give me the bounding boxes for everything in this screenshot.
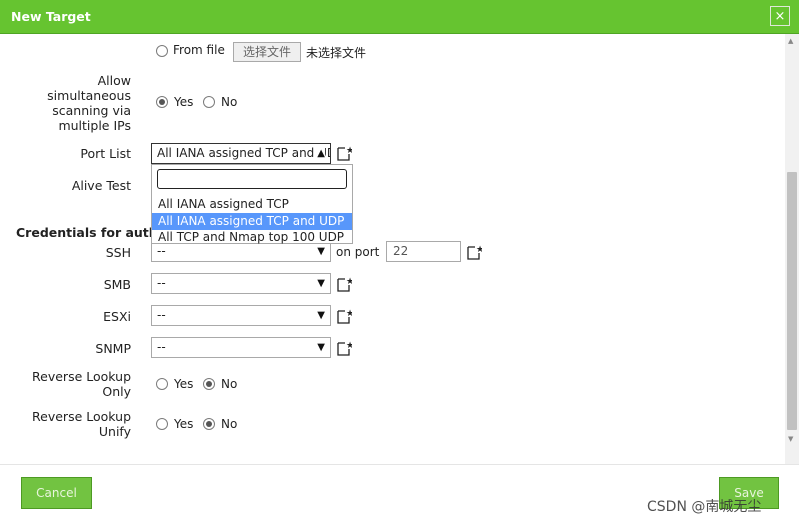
alive-test-label: Alive Test xyxy=(71,178,131,193)
vertical-scrollbar[interactable]: ▲ ▼ xyxy=(785,34,799,464)
caret-down-icon: ▼ xyxy=(317,310,325,321)
file-status-text: 未选择文件 xyxy=(306,46,367,60)
scroll-down-icon[interactable]: ▼ xyxy=(788,435,793,443)
new-esxi-credential-icon[interactable]: ★ xyxy=(336,308,352,324)
scrollbar-thumb[interactable] xyxy=(787,172,797,430)
svg-text:★: ★ xyxy=(346,277,352,287)
dropdown-option[interactable]: All IANA assigned TCP xyxy=(152,196,352,213)
caret-down-icon: ▼ xyxy=(317,246,325,257)
dialog-titlebar: New Target × xyxy=(0,0,799,34)
dropdown-option-highlighted[interactable]: All IANA assigned TCP and UDP xyxy=(152,213,352,230)
reverse-lookup-unify-yes-label: Yes xyxy=(174,417,194,431)
new-port-list-icon[interactable]: ★ xyxy=(336,145,352,161)
snmp-label: SNMP xyxy=(95,341,131,356)
reverse-lookup-only-yes-radio[interactable] xyxy=(156,378,168,390)
snmp-select[interactable]: -- ▼ xyxy=(151,337,331,358)
reverse-lookup-only-label: Reverse Lookup Only xyxy=(32,369,131,399)
scroll-up-icon[interactable]: ▲ xyxy=(788,37,793,45)
port-list-select[interactable]: All IANA assigned TCP and UDP ▲ xyxy=(151,143,331,164)
ssh-value: -- xyxy=(157,244,166,258)
port-list-value: All IANA assigned TCP and UDP xyxy=(157,146,331,160)
new-smb-credential-icon[interactable]: ★ xyxy=(336,276,352,292)
port-list-label: Port List xyxy=(80,146,131,161)
esxi-select[interactable]: -- ▼ xyxy=(151,305,331,326)
close-icon: × xyxy=(774,9,786,24)
allow-simultaneous-yes-radio[interactable] xyxy=(156,96,168,108)
reverse-lookup-unify-no-label: No xyxy=(221,417,238,431)
allow-simultaneous-no-label: No xyxy=(221,95,238,109)
reverse-lookup-unify-label: Reverse Lookup Unify xyxy=(32,409,131,439)
on-port-label: on port xyxy=(336,245,380,259)
allow-simultaneous-label: Allow simultaneous scanning via multiple… xyxy=(47,73,131,133)
from-file-radio[interactable] xyxy=(156,45,168,57)
smb-value: -- xyxy=(157,276,166,290)
reverse-lookup-only-no-radio[interactable] xyxy=(203,378,215,390)
esxi-label: ESXi xyxy=(103,309,131,324)
credentials-heading: Credentials for authe xyxy=(16,225,167,240)
reverse-lookup-only-yes-label: Yes xyxy=(174,377,194,391)
caret-up-icon: ▲ xyxy=(315,144,325,163)
dropdown-search-input[interactable] xyxy=(157,169,347,189)
reverse-lookup-only-no-label: No xyxy=(221,377,238,391)
reverse-lookup-unify-yes-radio[interactable] xyxy=(156,418,168,430)
svg-text:★: ★ xyxy=(346,146,352,156)
choose-file-button[interactable]: 选择文件 xyxy=(233,42,301,62)
new-ssh-credential-icon[interactable]: ★ xyxy=(466,244,482,260)
reverse-lookup-unify-no-radio[interactable] xyxy=(203,418,215,430)
allow-simultaneous-yes-label: Yes xyxy=(174,95,194,109)
esxi-value: -- xyxy=(157,308,166,322)
ssh-label: SSH xyxy=(105,245,131,260)
caret-down-icon: ▼ xyxy=(317,342,325,353)
ssh-select[interactable]: -- ▼ xyxy=(151,241,331,262)
watermark-text: CSDN @南城无尘 xyxy=(647,499,762,515)
port-list-dropdown: All IANA assigned TCP All IANA assigned … xyxy=(151,164,353,244)
dropdown-option[interactable]: All TCP and Nmap top 100 UDP xyxy=(152,230,352,244)
smb-label: SMB xyxy=(103,277,131,292)
from-file-label: From file xyxy=(173,43,225,57)
new-snmp-credential-icon[interactable]: ★ xyxy=(336,340,352,356)
close-button[interactable]: × xyxy=(770,6,790,26)
smb-select[interactable]: -- ▼ xyxy=(151,273,331,294)
svg-text:★: ★ xyxy=(346,309,352,319)
allow-simultaneous-no-radio[interactable] xyxy=(203,96,215,108)
cancel-button[interactable]: Cancel xyxy=(21,477,92,509)
ssh-port-input[interactable]: 22 xyxy=(386,241,461,262)
caret-down-icon: ▼ xyxy=(317,278,325,289)
dialog-title: New Target xyxy=(11,9,91,24)
svg-text:★: ★ xyxy=(476,245,482,255)
svg-text:★: ★ xyxy=(346,341,352,351)
snmp-value: -- xyxy=(157,340,166,354)
